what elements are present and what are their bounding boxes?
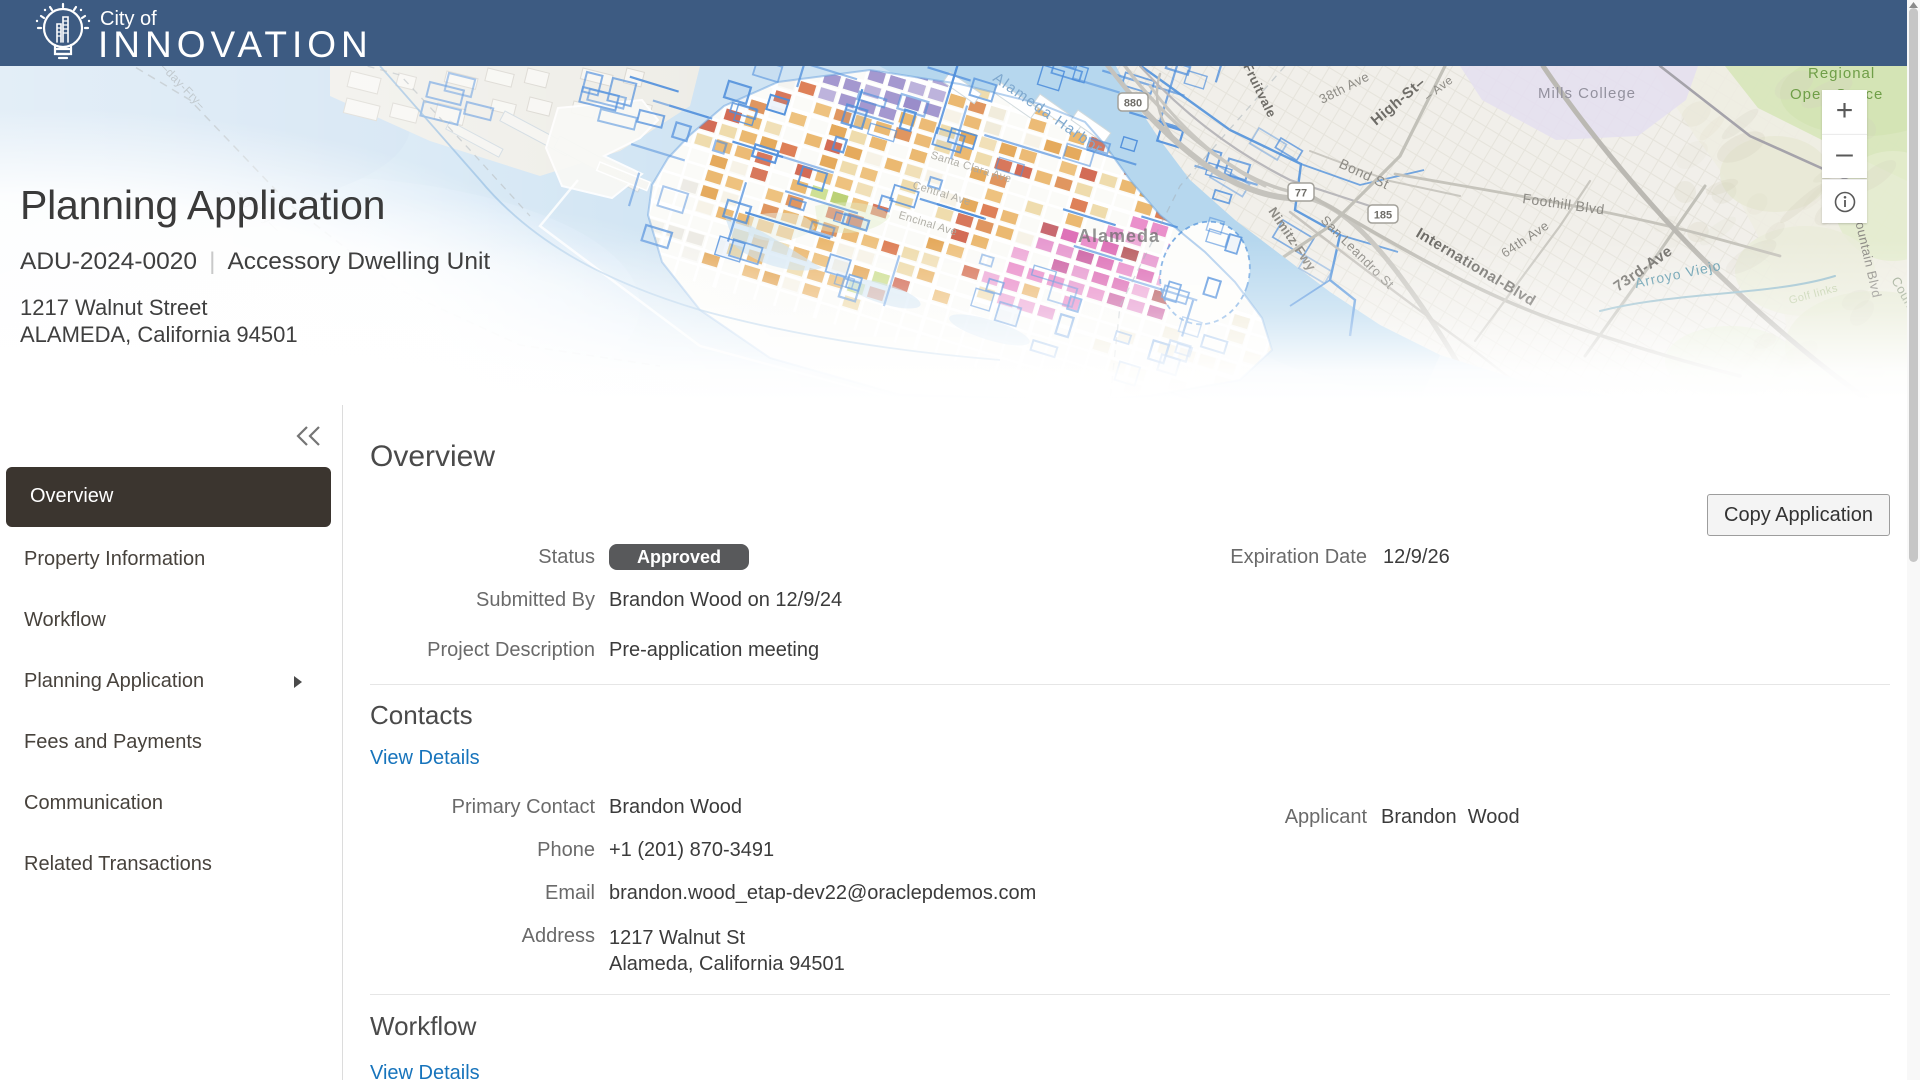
svg-text:Mills College: Mills College [1538, 85, 1636, 102]
svg-text:880: 880 [1124, 98, 1142, 110]
svg-text:Regional: Regional [1808, 66, 1875, 82]
svg-text:77: 77 [1295, 188, 1307, 200]
svg-text:185: 185 [1374, 210, 1392, 222]
